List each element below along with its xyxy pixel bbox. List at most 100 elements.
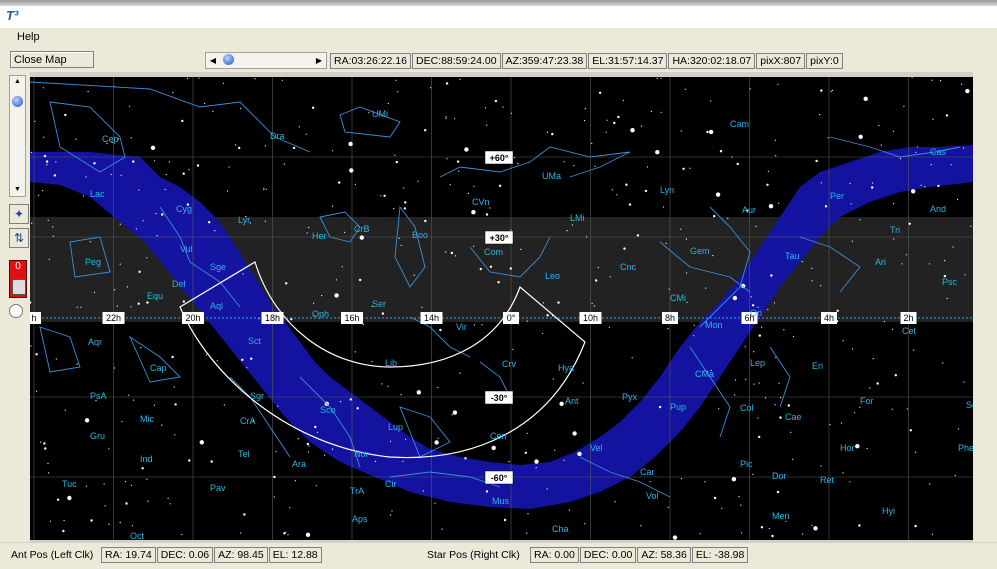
- star: [598, 91, 602, 94]
- star: [273, 496, 275, 498]
- star: [422, 490, 424, 492]
- close-map-button[interactable]: Close Map: [10, 51, 94, 68]
- star: [43, 136, 45, 138]
- constellation-label: LMi: [570, 213, 585, 223]
- star: [314, 425, 317, 429]
- constellation-label: UMa: [542, 171, 561, 181]
- constellation-label: Tel: [238, 449, 250, 459]
- star: [437, 386, 439, 389]
- star: [138, 270, 141, 273]
- sky-map-canvas[interactable]: h22h20h18h16h14h0°10h8h6h4h2h0 +60°+30°-…: [30, 77, 973, 540]
- star: [731, 156, 733, 158]
- star: [614, 501, 616, 503]
- star: [718, 408, 720, 410]
- star: [757, 417, 759, 419]
- star: [297, 438, 299, 440]
- star: [752, 473, 754, 475]
- tracking-icon[interactable]: ⇅: [9, 228, 29, 248]
- star: [705, 287, 707, 289]
- alarm-indicator[interactable]: 0: [9, 260, 27, 298]
- star: [75, 138, 77, 140]
- star: [471, 210, 476, 215]
- star: [437, 437, 439, 439]
- star: [371, 361, 373, 363]
- star: [641, 125, 643, 127]
- star: [87, 90, 89, 93]
- star: [311, 106, 315, 109]
- star: [944, 260, 946, 262]
- star: [787, 404, 790, 407]
- star: [893, 203, 895, 205]
- star: [449, 184, 451, 186]
- zoom-thumb[interactable]: [12, 96, 23, 107]
- star: [424, 129, 427, 132]
- star: [199, 440, 204, 445]
- star: [413, 274, 415, 276]
- scroll-left-icon[interactable]: ◀: [206, 53, 220, 68]
- star: [188, 459, 191, 462]
- constellation-label: Lyn: [660, 185, 674, 195]
- star: [80, 306, 82, 308]
- star: [48, 472, 50, 474]
- star: [30, 151, 33, 153]
- star: [779, 416, 782, 419]
- star: [957, 428, 960, 430]
- star: [38, 194, 40, 196]
- star: [591, 142, 593, 144]
- star: [498, 184, 502, 187]
- star: [445, 117, 447, 119]
- star: [358, 278, 362, 282]
- constellation-label: Lac: [90, 189, 105, 199]
- ra-tick-label: 8h: [665, 313, 675, 323]
- mode-radio[interactable]: [9, 304, 23, 318]
- star: [820, 465, 822, 467]
- alarm-knob[interactable]: [12, 279, 26, 295]
- constellation-label: Cha: [552, 524, 569, 534]
- star: [672, 535, 678, 540]
- time-slider[interactable]: ◀ ▶: [205, 52, 327, 69]
- star: [853, 412, 856, 414]
- constellation-label: Vol: [646, 491, 659, 501]
- star: [391, 510, 393, 512]
- star: [113, 367, 115, 369]
- star: [334, 293, 339, 298]
- star: [467, 192, 469, 194]
- slider-thumb[interactable]: [223, 54, 234, 65]
- star: [899, 158, 902, 160]
- constellation-label: UMi: [372, 109, 388, 119]
- constellation-label: Aql: [210, 301, 223, 311]
- scroll-down-icon[interactable]: ▼: [10, 184, 25, 196]
- star: [47, 219, 49, 221]
- star: [930, 164, 932, 166]
- zoom-slider[interactable]: ▲ ▼: [9, 75, 26, 197]
- constellation-label: Ret: [820, 475, 835, 485]
- scroll-up-icon[interactable]: ▲: [10, 76, 25, 88]
- left-panel: ▲ ▼ ✦ ⇅ 0: [0, 72, 30, 542]
- ra-tick: 4h: [821, 312, 837, 324]
- star: [67, 495, 72, 501]
- scroll-right-icon[interactable]: ▶: [312, 53, 326, 68]
- constellation-label: Oph: [312, 309, 329, 319]
- star: [767, 170, 770, 172]
- star: [963, 381, 965, 383]
- star: [546, 131, 549, 133]
- star: [324, 454, 326, 456]
- star: [147, 500, 149, 502]
- star: [485, 490, 489, 493]
- star: [445, 116, 447, 118]
- menu-help[interactable]: Help: [17, 31, 40, 43]
- star: [400, 244, 402, 246]
- star: [963, 147, 965, 149]
- star: [104, 505, 106, 507]
- star: [182, 172, 185, 175]
- star: [767, 308, 769, 311]
- telescope-icon[interactable]: ✦: [9, 204, 29, 224]
- star: [264, 220, 266, 222]
- star: [568, 509, 571, 511]
- constellation-label: CrA: [240, 416, 256, 426]
- star: [871, 182, 874, 184]
- ra-tick-label: 16h: [344, 313, 359, 323]
- sky-map[interactable]: h22h20h18h16h14h0°10h8h6h4h2h0 +60°+30°-…: [30, 77, 973, 540]
- star: [622, 99, 624, 101]
- star: [354, 351, 356, 353]
